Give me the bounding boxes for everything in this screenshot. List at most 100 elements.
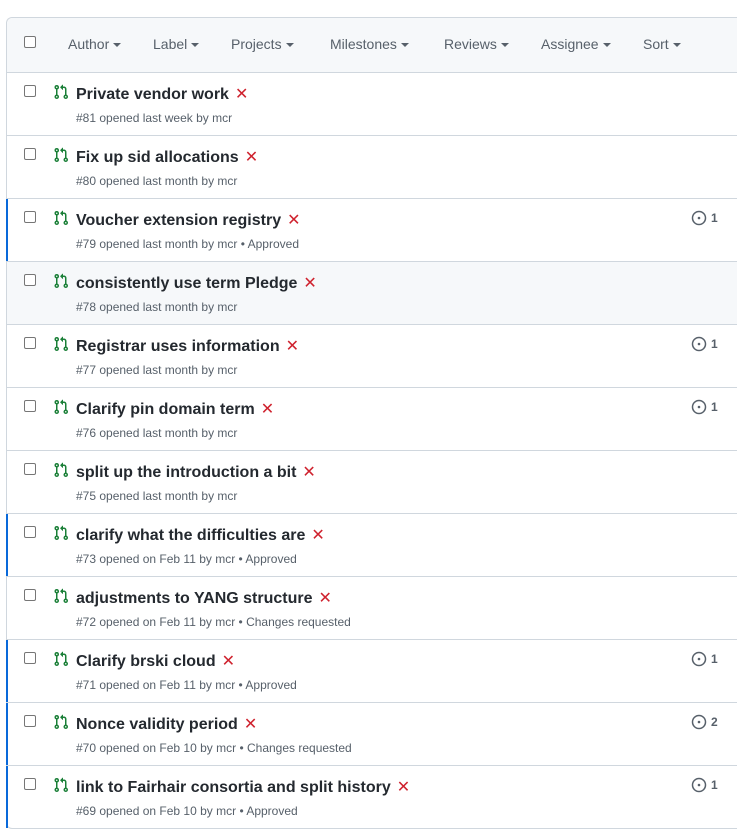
select-all-checkbox[interactable] (24, 36, 36, 48)
pull-request-title-link[interactable]: consistently use term Pledge ✕ (76, 273, 317, 293)
git-pull-request-icon (53, 588, 69, 604)
caret-down-icon (672, 43, 681, 48)
x-icon[interactable]: ✕ (303, 275, 316, 292)
pull-request-row[interactable]: clarify what the difficulties are ✕ #73 op… (6, 514, 737, 577)
x-icon[interactable]: ✕ (397, 779, 410, 796)
comments-link[interactable]: 2 (691, 714, 718, 730)
pull-request-rows: Private vendor work ✕ #81 opened last week… (6, 73, 737, 828)
pull-request-title-link[interactable]: Voucher extension registry ✕ (76, 210, 301, 230)
x-icon[interactable]: ✕ (319, 590, 332, 607)
pull-request-title-link[interactable]: Fix up sid allocations ✕ (76, 147, 258, 167)
row-checkbox[interactable] (24, 463, 36, 475)
pull-request-title-link[interactable]: Nonce validity period ✕ (76, 714, 257, 734)
label-filter[interactable]: Label (153, 36, 200, 52)
git-pull-request-icon (53, 651, 69, 667)
pull-request-meta: #71 opened on Feb 11 by mcr • Approved (76, 678, 297, 692)
comments-link[interactable]: 1 (691, 336, 718, 352)
comment-circle-icon (691, 336, 707, 352)
row-checkbox[interactable] (24, 337, 36, 349)
row-checkbox[interactable] (24, 589, 36, 601)
pull-request-row[interactable]: Voucher extension registry ✕ #79 opened la… (6, 199, 737, 262)
pull-request-title-link[interactable]: link to Fairhair consortia and split his… (76, 777, 410, 797)
row-checkbox[interactable] (24, 85, 36, 97)
pull-request-row[interactable]: Registrar uses information ✕ #77 opened la… (7, 325, 737, 388)
pull-request-row[interactable]: Clarify pin domain term ✕ #76 opened last … (7, 388, 737, 451)
pull-request-meta: #81 opened last week by mcr (76, 111, 233, 125)
x-icon[interactable]: ✕ (286, 338, 299, 355)
pull-request-title: split up the introduction a bit (76, 464, 297, 481)
list-header: Author Label Projects Milestones Reviews… (7, 18, 737, 73)
caret-down-icon (602, 43, 611, 48)
caret-down-icon (500, 43, 509, 48)
x-icon[interactable]: ✕ (261, 401, 274, 418)
pull-request-meta: #78 opened last month by mcr (76, 300, 238, 314)
pull-request-title: consistently use term Pledge (76, 275, 298, 292)
pull-request-row[interactable]: split up the introduction a bit ✕ #75 open… (7, 451, 737, 514)
x-icon[interactable]: ✕ (222, 653, 235, 670)
row-checkbox[interactable] (24, 211, 36, 223)
pull-request-title-link[interactable]: clarify what the difficulties are ✕ (76, 525, 325, 545)
pull-request-row[interactable]: link to Fairhair consortia and split his… (6, 766, 737, 828)
pull-request-title-link[interactable]: adjustments to YANG structure ✕ (76, 588, 332, 608)
reviews-filter-label: Reviews (444, 36, 497, 52)
comments-link[interactable]: 1 (691, 777, 718, 793)
pull-request-title-link[interactable]: Private vendor work ✕ (76, 84, 248, 104)
pull-request-title: Clarify brski cloud (76, 653, 216, 670)
assignee-filter[interactable]: Assignee (541, 36, 611, 52)
pull-request-title: clarify what the difficulties are (76, 527, 306, 544)
row-checkbox[interactable] (24, 778, 36, 790)
row-checkbox[interactable] (24, 652, 36, 664)
comment-count: 1 (711, 778, 718, 792)
pull-request-row[interactable]: Nonce validity period ✕ #70 opened on Feb … (6, 703, 737, 766)
caret-down-icon (285, 43, 294, 48)
milestones-filter[interactable]: Milestones (330, 36, 409, 52)
row-checkbox[interactable] (24, 526, 36, 538)
pull-request-row[interactable]: consistently use term Pledge ✕ #78 opened … (7, 262, 737, 325)
pull-request-meta: #69 opened on Feb 10 by mcr • Approved (76, 804, 298, 818)
x-icon[interactable]: ✕ (287, 212, 300, 229)
comment-circle-icon (691, 651, 707, 667)
comments-link[interactable]: 1 (691, 210, 718, 226)
x-icon[interactable]: ✕ (302, 464, 315, 481)
pull-request-title-link[interactable]: Registrar uses information ✕ (76, 336, 299, 356)
row-checkbox[interactable] (24, 400, 36, 412)
author-filter[interactable]: Author (68, 36, 122, 52)
comments-link[interactable]: 1 (691, 399, 718, 415)
comment-count: 2 (711, 715, 718, 729)
pull-request-meta: #79 opened last month by mcr • Approved (76, 237, 300, 251)
pull-request-title-link[interactable]: split up the introduction a bit ✕ (76, 462, 316, 482)
pull-request-title: adjustments to YANG structure (76, 590, 313, 607)
pull-request-title-link[interactable]: Clarify brski cloud ✕ (76, 651, 235, 671)
git-pull-request-icon (53, 84, 69, 100)
projects-filter[interactable]: Projects (231, 36, 294, 52)
pull-request-row[interactable]: Clarify brski cloud ✕ #71 opened on Feb 11… (6, 640, 737, 703)
sort-filter[interactable]: Sort (643, 36, 681, 52)
pull-request-meta: #76 opened last month by mcr (76, 426, 238, 440)
comment-count: 1 (711, 400, 718, 414)
reviews-filter[interactable]: Reviews (444, 36, 509, 52)
pull-request-meta: #77 opened last month by mcr (76, 363, 238, 377)
pull-request-title: Fix up sid allocations (76, 149, 239, 166)
pull-request-row[interactable]: Private vendor work ✕ #81 opened last week… (7, 73, 737, 136)
comment-count: 1 (711, 337, 718, 351)
x-icon[interactable]: ✕ (245, 149, 258, 166)
pull-request-row[interactable]: adjustments to YANG structure ✕ #72 opened… (7, 577, 737, 640)
row-checkbox[interactable] (24, 274, 36, 286)
comment-count: 1 (711, 211, 718, 225)
git-pull-request-icon (53, 336, 69, 352)
pull-request-meta: #75 opened last month by mcr (76, 489, 238, 503)
caret-down-icon (113, 43, 122, 48)
pull-request-title: Clarify pin domain term (76, 401, 255, 418)
row-checkbox[interactable] (24, 148, 36, 160)
caret-down-icon (400, 43, 409, 48)
comments-link[interactable]: 1 (691, 651, 718, 667)
pull-request-row[interactable]: Fix up sid allocations ✕ #80 opened last m… (7, 136, 737, 199)
row-checkbox[interactable] (24, 715, 36, 727)
author-filter-label: Author (68, 36, 110, 52)
x-icon[interactable]: ✕ (235, 86, 248, 103)
pull-request-title-link[interactable]: Clarify pin domain term ✕ (76, 399, 274, 419)
git-pull-request-icon (53, 462, 69, 478)
pull-request-title: Voucher extension registry (76, 212, 282, 229)
x-icon[interactable]: ✕ (311, 527, 324, 544)
x-icon[interactable]: ✕ (244, 716, 257, 733)
